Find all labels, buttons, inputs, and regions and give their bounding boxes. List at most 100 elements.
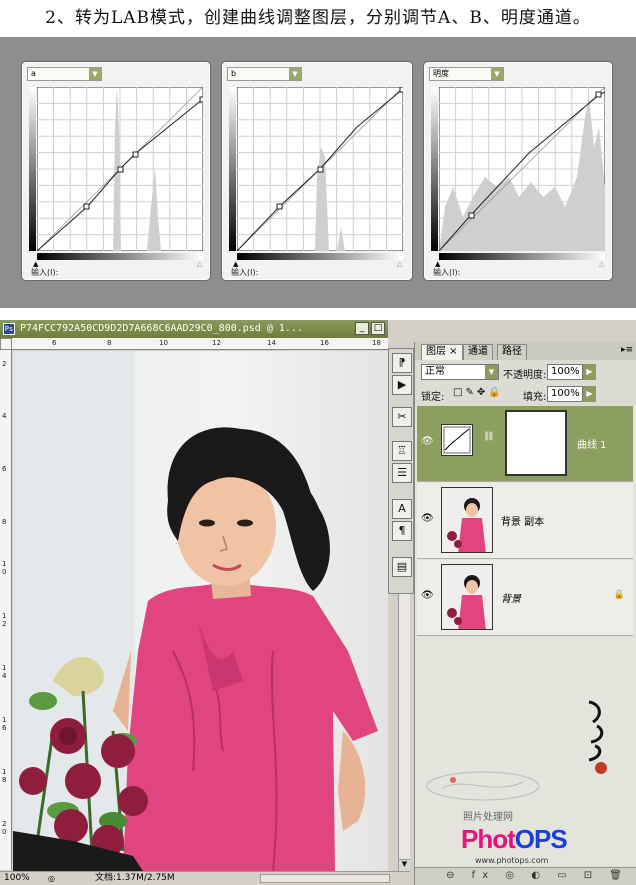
input-label: 输入(I): <box>433 268 461 277</box>
curve-graph[interactable] <box>37 87 203 251</box>
ruler-tick-label: 14 <box>267 339 276 347</box>
tab-paths[interactable]: 路径 <box>497 344 527 360</box>
watermark-site-name: 照片处理网 <box>463 812 513 823</box>
clone-source-button[interactable]: ♖ <box>392 441 412 461</box>
ps-doc-icon: Ps <box>3 323 15 335</box>
white-point-slider[interactable]: △ <box>599 260 604 268</box>
scroll-down-arrow-icon[interactable]: ▼ <box>399 859 410 871</box>
curve-panel-b: b ▼ ▲ △ 输入(I): <box>222 62 412 280</box>
ruler-tick-label: 1 6 <box>2 716 7 732</box>
curve-graph[interactable] <box>237 87 403 251</box>
input-gradient <box>237 253 403 260</box>
panel-menu-icon[interactable]: ▸≡ <box>621 345 633 355</box>
document-title: P74FCC792A50CD9D2D7A668C6AAD29C0_800.psd… <box>20 323 303 334</box>
input-label: 输入(I): <box>31 268 59 277</box>
fill-input[interactable]: 100% <box>547 386 583 402</box>
calligraphy-signature-logo <box>583 696 613 776</box>
channel-select-value: b <box>231 69 237 78</box>
ruler-origin[interactable] <box>0 338 12 350</box>
layers-panel-bottom-buttons[interactable]: ⊖ fx ◎ ◐ ▭ ⊡ 🗑 <box>415 867 636 885</box>
page-title: 2、转为LAB模式，创建曲线调整图层，分别调节A、B、明度通道。 <box>45 8 591 28</box>
layer-name: 曲线 1 <box>577 440 607 451</box>
lock-icon: 🔒 <box>613 590 625 600</box>
layer-row[interactable]: 👁 背景 副本 <box>417 483 633 559</box>
zoom-level[interactable]: 100% <box>4 872 30 885</box>
curve-panel-a: a ▼ ▲ △ 输入(I): <box>22 62 210 280</box>
photoshop-window: Ps P74FCC792A50CD9D2D7A668C6AAD29C0_800.… <box>0 320 636 885</box>
channel-select[interactable]: a ▼ <box>27 67 102 81</box>
output-gradient <box>229 87 236 251</box>
character-button[interactable]: A <box>392 499 412 519</box>
chevron-down-icon: ▼ <box>485 365 498 379</box>
channel-select[interactable]: 明度 ▼ <box>429 67 504 81</box>
document-size-info: 文档:1.37M/2.75M <box>95 873 175 883</box>
panel-tabs: 图层 × 通道 路径 ▸≡ <box>415 342 636 360</box>
minimize-button[interactable]: _ <box>355 322 369 335</box>
ruler-tick-label: 2 0 <box>2 820 7 836</box>
opacity-input[interactable]: 100% <box>547 364 583 380</box>
ruler-tick-label: 10 <box>159 339 168 347</box>
signature-stamp-watermark <box>423 766 543 806</box>
visibility-eye-icon[interactable]: 👁 <box>421 436 434 448</box>
paragraph-button[interactable]: ¶ <box>392 521 412 541</box>
link-icon: ⛓ <box>483 432 495 442</box>
ruler-tick-label: 12 <box>212 339 221 347</box>
ruler-tick-label: 16 <box>320 339 329 347</box>
curve-panel-lightness: 明度 ▼ ▲ △ 输入(I): <box>424 62 612 280</box>
visibility-eye-icon[interactable]: 👁 <box>421 513 434 525</box>
document-canvas[interactable] <box>13 351 388 871</box>
lock-label: 锁定: <box>421 392 445 403</box>
tab-channels[interactable]: 通道 <box>463 344 493 360</box>
layers-panel: 图层 × 通道 路径 ▸≡ 正常 ▼ 不透明度: 100% ▶ 锁定: □✎✥🔒… <box>414 342 636 885</box>
channel-select[interactable]: b ▼ <box>227 67 302 81</box>
maximize-button[interactable]: □ <box>371 322 385 335</box>
horizontal-ruler[interactable]: 6 8 10 12 14 16 18 <box>12 338 388 350</box>
chevron-down-icon: ▼ <box>89 68 101 80</box>
layer-mask-thumbnail[interactable] <box>505 410 567 476</box>
output-gradient <box>431 87 438 251</box>
ruler-tick-label: 1 4 <box>2 664 7 680</box>
ruler-tick-label: 8 <box>107 339 112 347</box>
curves-adjustment-icon <box>441 424 473 456</box>
tool-presets-button[interactable]: ✂ <box>392 407 412 427</box>
chevron-down-icon: ▼ <box>289 68 301 80</box>
white-point-slider[interactable]: △ <box>397 260 402 268</box>
input-gradient <box>37 253 203 260</box>
layer-name: 背景 副本 <box>501 517 545 528</box>
brushes-button[interactable]: ☰ <box>392 463 412 483</box>
lock-icons[interactable]: □✎✥🔒 <box>453 387 504 398</box>
chevron-down-icon: ▼ <box>491 68 503 80</box>
layer-row[interactable]: 👁 ⛓ 曲线 1 <box>417 406 633 482</box>
ruler-tick-label: 8 <box>2 518 7 526</box>
layer-thumbnail <box>441 487 493 553</box>
opacity-label: 不透明度: <box>503 370 547 381</box>
layer-thumbnail <box>441 564 493 630</box>
actions-tool-button[interactable]: ▶ <box>392 375 412 395</box>
ruler-tick-label: 1 0 <box>2 560 7 576</box>
ruler-tick-label: 2 <box>2 360 7 368</box>
curve-graph[interactable] <box>439 87 605 251</box>
tab-layers[interactable]: 图层 × <box>421 344 463 360</box>
output-gradient <box>29 87 36 251</box>
blend-mode-value: 正常 <box>425 366 445 377</box>
ruler-tick-label: 6 <box>2 465 7 473</box>
status-info-icon[interactable]: ◎ <box>48 872 55 885</box>
layers-list: 👁 ⛓ 曲线 1 👁 背景 副本 👁 背景 🔒 照片处理网 PhotOPS ww… <box>415 406 636 866</box>
ruler-tick-label: 6 <box>52 339 57 347</box>
vertical-ruler[interactable]: 2 4 6 8 1 0 1 2 1 4 1 6 1 8 2 0 <box>0 350 12 870</box>
horizontal-scrollbar[interactable] <box>260 874 390 883</box>
visibility-eye-icon[interactable]: 👁 <box>421 590 434 602</box>
opacity-slider-arrow-icon[interactable]: ▶ <box>583 364 596 380</box>
white-point-slider[interactable]: △ <box>197 260 202 268</box>
ruler-tick-label: 1 8 <box>2 768 7 784</box>
info-button[interactable]: ▤ <box>392 557 412 577</box>
layer-row[interactable]: 👁 背景 🔒 <box>417 560 633 636</box>
blend-mode-select[interactable]: 正常 ▼ <box>421 364 499 380</box>
fill-label: 填充: <box>523 392 547 403</box>
ruler-tick-label: 4 <box>2 412 7 420</box>
fill-slider-arrow-icon[interactable]: ▶ <box>583 386 596 402</box>
history-tool-button[interactable]: ⁋ <box>392 353 412 373</box>
watermark-url: www.photops.com <box>475 856 549 865</box>
document-titlebar: Ps P74FCC792A50CD9D2D7A668C6AAD29C0_800.… <box>0 320 388 338</box>
ruler-tick-label: 18 <box>372 339 381 347</box>
